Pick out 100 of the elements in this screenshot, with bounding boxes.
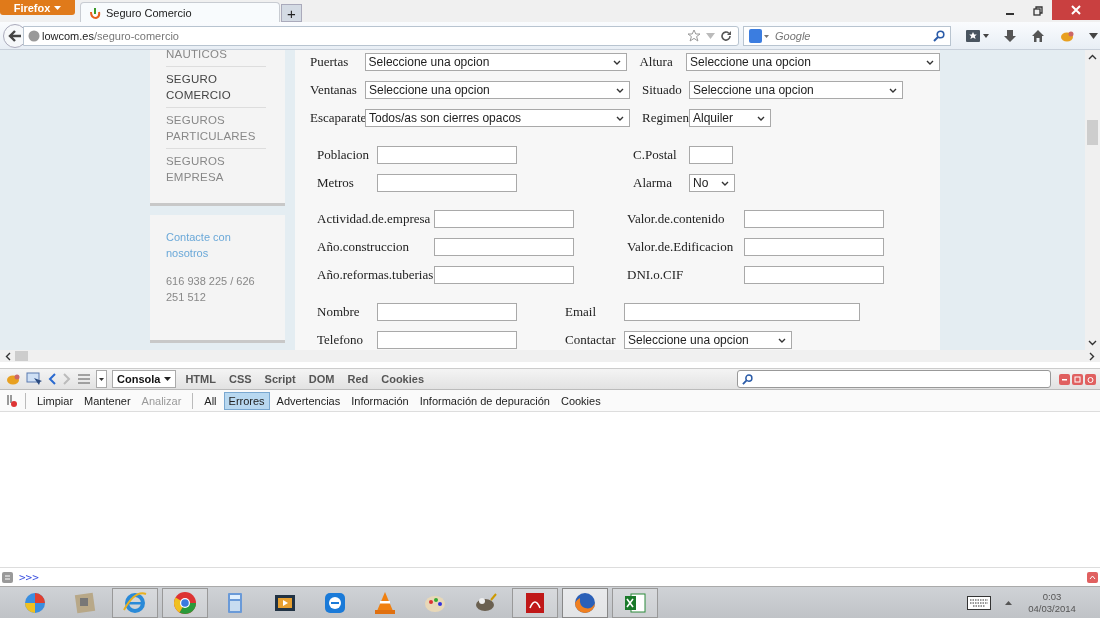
text-field[interactable] [744,238,884,256]
text-field[interactable] [377,331,517,349]
list-icon[interactable] [77,373,91,385]
field-label: Regimen [642,110,689,126]
panel-tab[interactable]: Red [343,370,373,388]
home-icon[interactable] [1031,28,1045,43]
dropdown[interactable]: No [689,174,735,192]
caret-icon[interactable] [1005,601,1012,605]
search-bar[interactable] [737,370,1051,388]
browser-e-icon [122,590,148,616]
field-label: Situado [642,82,683,98]
field-label: Valor.de.Edificacion [627,239,735,255]
panel-tab[interactable]: HTML [181,370,220,388]
bookmarks-icon[interactable] [965,28,989,43]
field-label: DNI.o.CIF [627,267,685,283]
dropdown[interactable]: Seleccione una opcion [364,53,628,71]
address-bar[interactable]: lowcom.es/seguro-comercio [23,25,739,46]
panel-tab[interactable]: CSS [224,370,256,388]
scroll-right-icon[interactable] [1089,351,1095,361]
text-field[interactable] [744,266,884,284]
dropdown[interactable]: Seleccione una opcion [365,81,630,99]
bug-icon[interactable] [5,372,21,386]
reload-icon[interactable] [720,29,732,42]
dropdown[interactable]: Alquiler [689,109,771,127]
filter-tab[interactable]: All [200,392,221,409]
toolbar-button[interactable]: Limpiar [33,392,78,409]
text-field[interactable] [434,238,574,256]
dropdown[interactable]: Seleccione una opcion [624,331,792,349]
taskbar-app[interactable] [612,588,658,618]
search-icon [742,373,753,385]
chevron-down-icon [926,59,934,65]
power-icon[interactable] [1085,373,1096,385]
field-label: Año.reformas.tuberias [317,267,434,283]
chrome-icon [172,590,198,616]
globe-icon [28,29,40,42]
search-bar[interactable]: Google [743,25,951,46]
text-field[interactable] [377,146,517,164]
text-field[interactable] [624,303,860,321]
taskbar-app[interactable] [562,588,608,618]
text-field[interactable] [377,174,517,192]
caret-icon [164,377,172,381]
dropdown-icon[interactable] [706,32,715,39]
scroll-up-icon[interactable] [1088,54,1097,60]
search-engine-icon[interactable] [749,28,769,43]
field-label: Escaparate [310,110,365,126]
field-label: Email [565,304,598,320]
inspect-icon[interactable] [26,372,42,386]
menu-button[interactable] [96,370,107,388]
new-tab-button[interactable]: + [281,4,302,22]
scrollbar-thumb[interactable] [15,351,28,361]
chevron-down-icon [616,87,624,93]
text-field[interactable] [434,266,574,284]
text-field[interactable] [689,146,733,164]
dropdown[interactable]: Seleccione una opcion [686,53,940,71]
dropdown[interactable]: Seleccione una opcion [689,81,903,99]
menu-item[interactable]: SEGURO COMERCIO [166,66,266,107]
clock-date: 04/03/2014 [1028,603,1076,615]
chevron-down-icon [757,115,765,121]
filter-tab[interactable]: Errores [223,391,270,410]
text-field[interactable] [434,210,574,228]
caret-icon[interactable] [1089,32,1098,39]
filter-tab[interactable]: Cookies [556,392,605,409]
horizontal-scrollbar[interactable] [0,350,1100,362]
site-logo-icon [89,6,101,19]
filter-tab[interactable]: Advertencias [272,392,345,409]
search-icon[interactable] [933,29,945,42]
restore-icon[interactable] [1033,6,1043,16]
search-input[interactable]: Google [773,28,929,43]
text-field[interactable] [377,303,517,321]
scrollbar-thumb[interactable] [1087,120,1098,145]
close-button[interactable] [1052,0,1100,20]
filter-tab[interactable]: Información [347,392,413,409]
field-label: Ventanas [310,82,358,98]
field-label: Contactar [565,332,617,348]
detach-icon[interactable] [1072,373,1083,385]
text-field[interactable] [744,210,884,228]
panel-tab[interactable]: Consola [112,370,177,388]
close-icon [1071,5,1081,15]
caret-icon [99,377,104,381]
scroll-left-icon[interactable] [5,351,11,361]
star-icon[interactable] [687,28,701,43]
dropdown[interactable]: Todos/as son cierres opacos [365,109,630,127]
taskbar-app[interactable] [512,588,558,618]
vertical-scrollbar[interactable] [1085,50,1100,350]
panel-tab[interactable]: Cookies [377,370,428,388]
keyboard-icon[interactable] [967,596,991,610]
expand-icon[interactable] [1087,571,1098,583]
scroll-down-icon[interactable] [1088,340,1097,346]
panel-tab[interactable]: Script [260,370,300,388]
panel-tab[interactable]: DOM [304,370,339,388]
field-label: Metros [317,175,355,191]
chevron-down-icon [613,59,622,65]
list-icon[interactable] [2,571,13,583]
toolbar-button[interactable]: Mantener [80,392,135,409]
filter-tab[interactable]: Información de depuración [415,392,554,409]
download-icon[interactable] [1003,28,1017,43]
chevron-down-icon [616,115,624,121]
clear-icon[interactable] [6,393,18,408]
browser-tab[interactable]: Seguro Comercio [80,2,280,22]
chevron-down-icon [778,337,786,343]
